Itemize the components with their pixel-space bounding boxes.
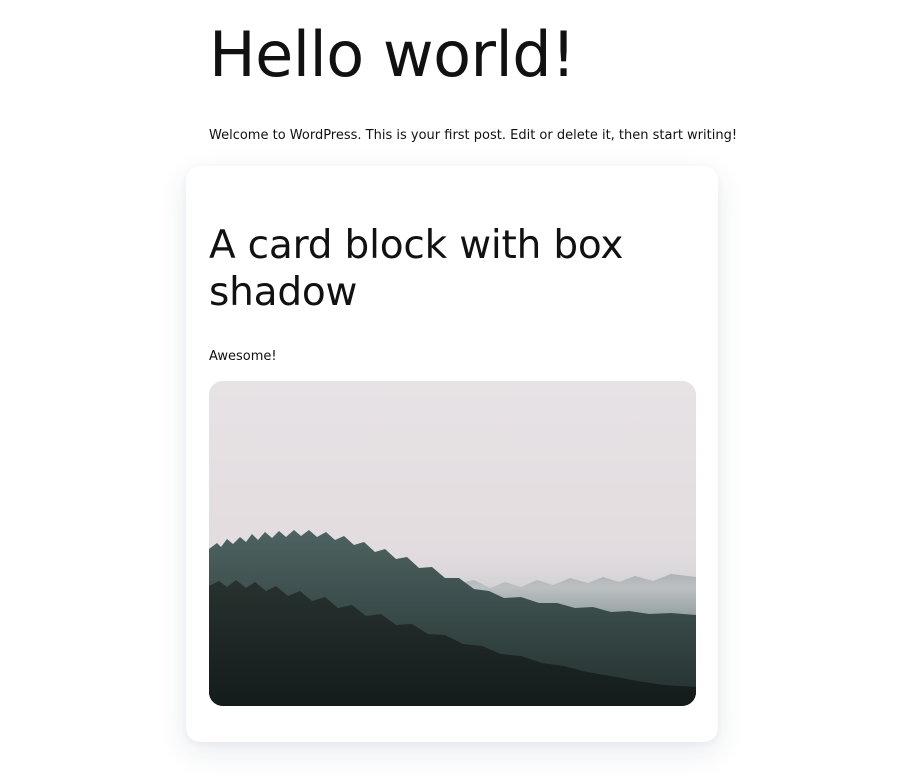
post-intro-text: Welcome to WordPress. This is your first… — [209, 128, 738, 143]
card-title: A card block with box shadow — [209, 223, 624, 315]
card-text: Awesome! — [209, 349, 277, 364]
forest-image — [209, 381, 696, 706]
card-image-misty-forest — [209, 381, 696, 706]
post-title: Hello world! — [209, 18, 576, 91]
card-block: A card block with box shadow Awesome! — [186, 166, 718, 742]
page: Hello world! Welcome to WordPress. This … — [0, 0, 903, 778]
